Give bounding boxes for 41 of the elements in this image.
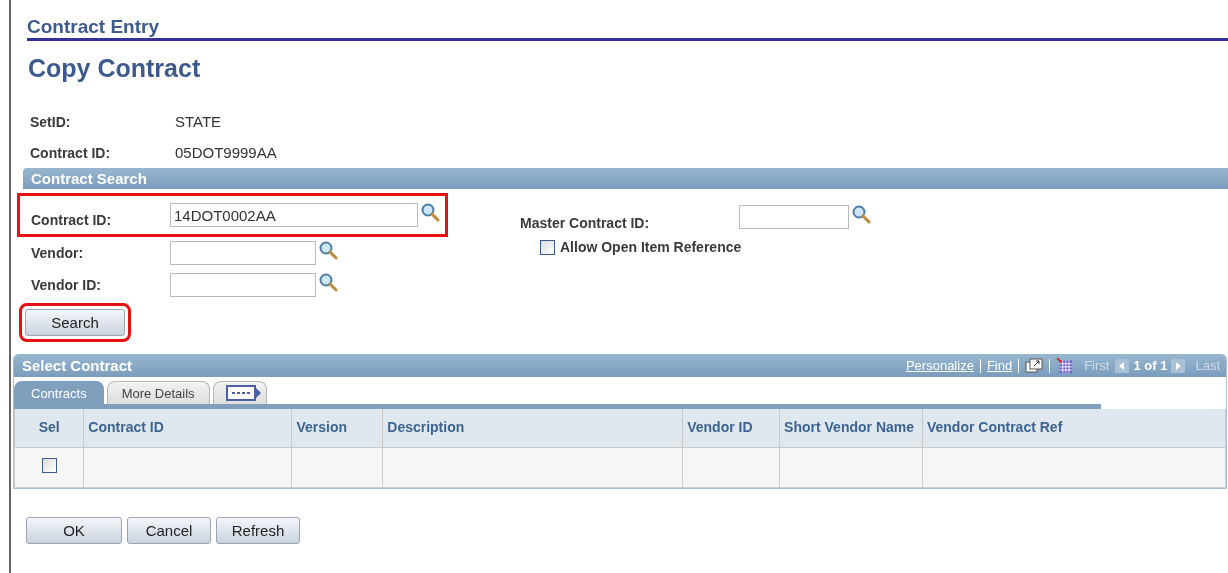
section-header: Contract Search [23, 168, 1228, 189]
search-icon[interactable] [851, 204, 871, 224]
column-header: Version [291, 409, 383, 447]
show-all-columns-tab[interactable] [212, 381, 267, 404]
column-header: Vendor ID [682, 409, 780, 447]
field-label: SetID: [30, 113, 72, 130]
next-icon [1171, 358, 1186, 373]
checkbox-label: Allow Open Item Reference [560, 239, 742, 255]
action-button[interactable]: Refresh [216, 516, 300, 544]
action-button[interactable]: OK [26, 516, 122, 544]
input-field[interactable] [170, 273, 316, 297]
page-title: Copy Contract [28, 54, 202, 83]
tab[interactable]: More Details [106, 381, 210, 404]
column-header: Contract ID [83, 409, 292, 447]
column-header: Description [382, 409, 683, 447]
spreadsheet-icon[interactable] [1056, 357, 1075, 374]
input-field[interactable]: 14DOT0002AA [170, 203, 418, 227]
search-icon[interactable] [420, 202, 440, 222]
field-label: Vendor: [31, 245, 85, 261]
field-label: Contract ID: [30, 144, 112, 161]
search-button[interactable]: Search [25, 309, 125, 336]
page-header: Contract Entry [27, 16, 1228, 41]
column-header: Short Vendor Name [779, 409, 923, 447]
grid-title: Select Contract [22, 357, 133, 374]
column-header: Sel [14, 409, 84, 447]
field-label: Vendor ID: [31, 277, 102, 293]
field-label: Master Contract ID: [520, 214, 651, 231]
column-header: Vendor Contract Ref [922, 409, 1226, 447]
input-field[interactable] [739, 205, 849, 229]
field-value: 05DOT9999AA [175, 144, 277, 161]
search-icon[interactable] [318, 272, 338, 292]
field-value: STATE [175, 113, 222, 130]
previous-icon [1115, 358, 1130, 373]
new-window-icon[interactable] [1025, 357, 1044, 374]
field-label: Contract ID: [31, 211, 113, 228]
action-button[interactable]: Cancel [127, 516, 211, 544]
row-checkbox[interactable] [41, 457, 57, 473]
search-icon[interactable] [318, 240, 338, 260]
checkbox[interactable] [540, 239, 555, 255]
page-count: 1 of 1 [1133, 358, 1168, 373]
input-field[interactable] [170, 241, 316, 265]
